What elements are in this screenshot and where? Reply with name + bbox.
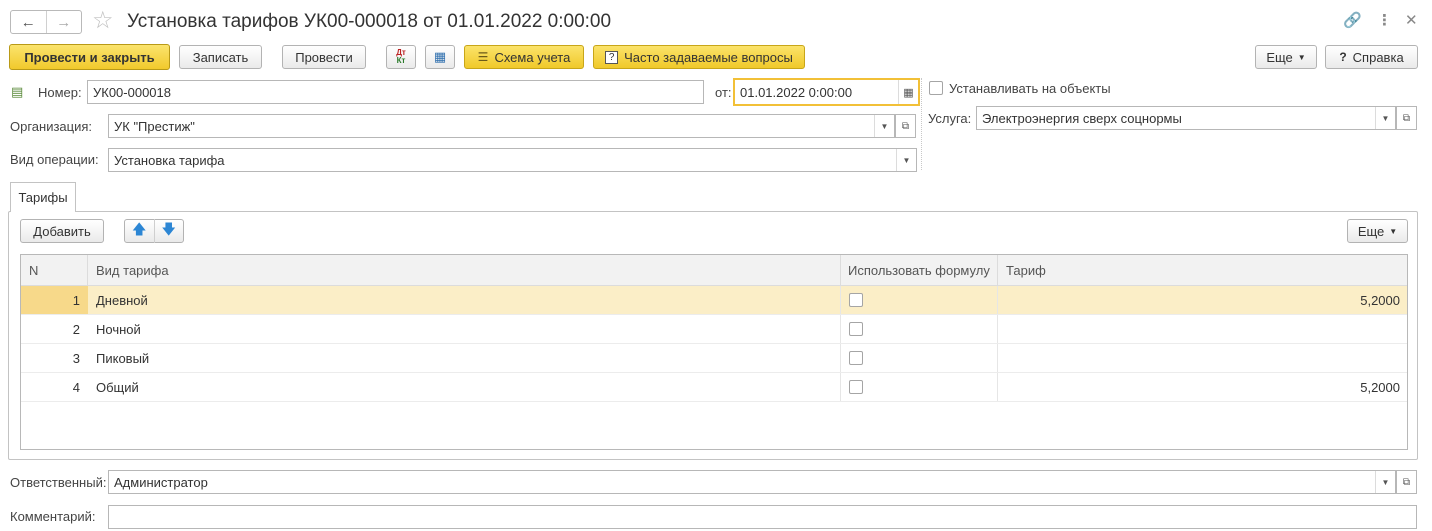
- back-arrow-icon[interactable]: ←: [11, 11, 46, 33]
- scheme-icon: ☰: [477, 50, 489, 64]
- add-button[interactable]: Добавить: [20, 219, 104, 243]
- operation-label: Вид операции:: [10, 152, 99, 167]
- service-field[interactable]: Электроэнергия сверх соцнормы ▼: [976, 106, 1396, 130]
- number-label: Номер:: [38, 85, 82, 100]
- post-button[interactable]: Провести: [282, 45, 366, 69]
- header-formula[interactable]: Использовать формулу: [841, 255, 998, 285]
- operation-value: Установка тарифа: [114, 152, 225, 168]
- organization-value: УК "Престиж": [114, 118, 195, 134]
- help-icon: ?: [1339, 50, 1347, 64]
- responsible-field[interactable]: Администратор ▼: [108, 470, 1396, 494]
- more-button[interactable]: Еще ▼: [1255, 45, 1317, 69]
- comment-field[interactable]: [108, 505, 1417, 529]
- table-row[interactable]: 4 Общий 5,2000: [21, 373, 1407, 402]
- row-kind: Общий: [88, 373, 841, 401]
- organization-label: Организация:: [10, 119, 93, 134]
- formula-checkbox[interactable]: [849, 322, 863, 336]
- link-icon[interactable]: 🔗: [1343, 12, 1362, 30]
- row-number: 3: [72, 350, 80, 366]
- move-down-icon[interactable]: 🡇: [153, 219, 184, 243]
- row-formula-cell: [841, 286, 998, 314]
- window-title: Установка тарифов УК00-000018 от 01.01.2…: [127, 11, 612, 32]
- help-button[interactable]: ? Справка: [1325, 45, 1418, 69]
- help-label: Справка: [1352, 49, 1404, 65]
- calendar-icon[interactable]: ▦: [898, 80, 918, 104]
- move-up-icon[interactable]: 🡅: [125, 219, 154, 243]
- open-service-icon[interactable]: ⧉: [1396, 106, 1417, 130]
- forward-arrow-icon[interactable]: →: [45, 11, 82, 33]
- row-formula-cell: [841, 315, 998, 343]
- accounting-scheme-button[interactable]: ☰ Схема учета: [464, 45, 584, 69]
- more-label: Еще: [1266, 49, 1293, 65]
- history-nav: ← →: [10, 10, 82, 34]
- responsible-label: Ответственный:: [10, 475, 107, 490]
- formula-checkbox[interactable]: [849, 351, 863, 365]
- number-field[interactable]: УК00-000018: [87, 80, 704, 104]
- save-button[interactable]: Записать: [179, 45, 262, 69]
- faq-button[interactable]: ? Часто задаваемые вопросы: [593, 45, 805, 69]
- open-responsible-icon[interactable]: ⧉: [1396, 470, 1417, 494]
- formula-checkbox[interactable]: [849, 380, 863, 394]
- service-value: Электроэнергия сверх соцнормы: [982, 110, 1182, 126]
- table-more-button[interactable]: Еще ▼: [1347, 219, 1408, 243]
- chevron-down-icon[interactable]: ▼: [1375, 471, 1395, 493]
- organization-field[interactable]: УК "Престиж" ▼: [108, 114, 895, 138]
- row-formula-cell: [841, 344, 998, 372]
- date-label: от:: [715, 85, 732, 100]
- apply-objects-checkbox[interactable]: [929, 81, 943, 95]
- operation-field[interactable]: Установка тарифа ▼: [108, 148, 917, 172]
- question-icon: ?: [605, 50, 619, 64]
- tab-tariffs[interactable]: Тарифы: [10, 182, 76, 212]
- header-n[interactable]: N: [21, 255, 88, 285]
- table-row[interactable]: 1 Дневной 5,2000: [21, 286, 1407, 315]
- row-kind: Дневной: [88, 286, 841, 314]
- favorite-star-icon[interactable]: ☆: [92, 7, 114, 35]
- field-divider: [921, 78, 922, 170]
- table-more-label: Еще: [1357, 223, 1385, 239]
- chevron-down-icon[interactable]: ▼: [874, 115, 894, 137]
- formula-checkbox[interactable]: [849, 293, 863, 307]
- row-number: 1: [21, 286, 88, 314]
- chevron-down-icon: ▼: [1389, 226, 1398, 236]
- row-kind: Ночной: [88, 315, 841, 343]
- service-label: Услуга:: [928, 111, 972, 126]
- row-tariff: [998, 315, 1407, 343]
- comment-label: Комментарий:: [10, 509, 96, 524]
- header-tariff[interactable]: Тариф: [998, 255, 1407, 285]
- row-tariff: [998, 344, 1407, 372]
- posted-doc-icon: ▤: [11, 84, 24, 99]
- move-buttons: 🡅 🡇: [124, 219, 184, 243]
- date-field[interactable]: 01.01.2022 0:00:00 ▦: [733, 78, 920, 106]
- chevron-down-icon[interactable]: ▼: [1375, 107, 1395, 129]
- faq-label: Часто задаваемые вопросы: [624, 49, 793, 65]
- close-icon[interactable]: ✕: [1405, 12, 1418, 30]
- dt-kt-icon: Дт Кт: [396, 48, 406, 65]
- open-organization-icon[interactable]: ⧉: [895, 114, 916, 138]
- date-value: 01.01.2022 0:00:00: [740, 84, 853, 100]
- structure-button[interactable]: ▦: [425, 45, 455, 69]
- row-number: 4: [72, 379, 80, 395]
- apply-objects-label: Устанавливать на объекты: [949, 81, 1111, 96]
- row-formula-cell: [841, 373, 998, 401]
- table-row[interactable]: 3 Пиковый: [21, 344, 1407, 373]
- more-vertical-icon[interactable]: ⋮: [1377, 12, 1392, 30]
- row-kind: Пиковый: [88, 344, 841, 372]
- table-header: N Вид тарифа Использовать формулу Тариф: [21, 255, 1407, 286]
- header-kind[interactable]: Вид тарифа: [88, 255, 841, 285]
- post-and-close-button[interactable]: Провести и закрыть: [9, 44, 170, 70]
- row-tariff: 5,2000: [1360, 292, 1400, 308]
- chevron-down-icon[interactable]: ▼: [896, 149, 916, 171]
- chevron-down-icon: ▼: [1297, 52, 1306, 62]
- table-row[interactable]: 2 Ночной: [21, 315, 1407, 344]
- accounting-scheme-label: Схема учета: [494, 49, 571, 65]
- row-tariff: 5,2000: [1360, 379, 1400, 395]
- tariffs-table: N Вид тарифа Использовать формулу Тариф …: [20, 254, 1408, 450]
- structure-icon: ▦: [433, 49, 447, 64]
- dt-kt-button[interactable]: Дт Кт: [386, 45, 416, 69]
- responsible-value: Администратор: [114, 474, 208, 490]
- row-number: 2: [72, 321, 80, 337]
